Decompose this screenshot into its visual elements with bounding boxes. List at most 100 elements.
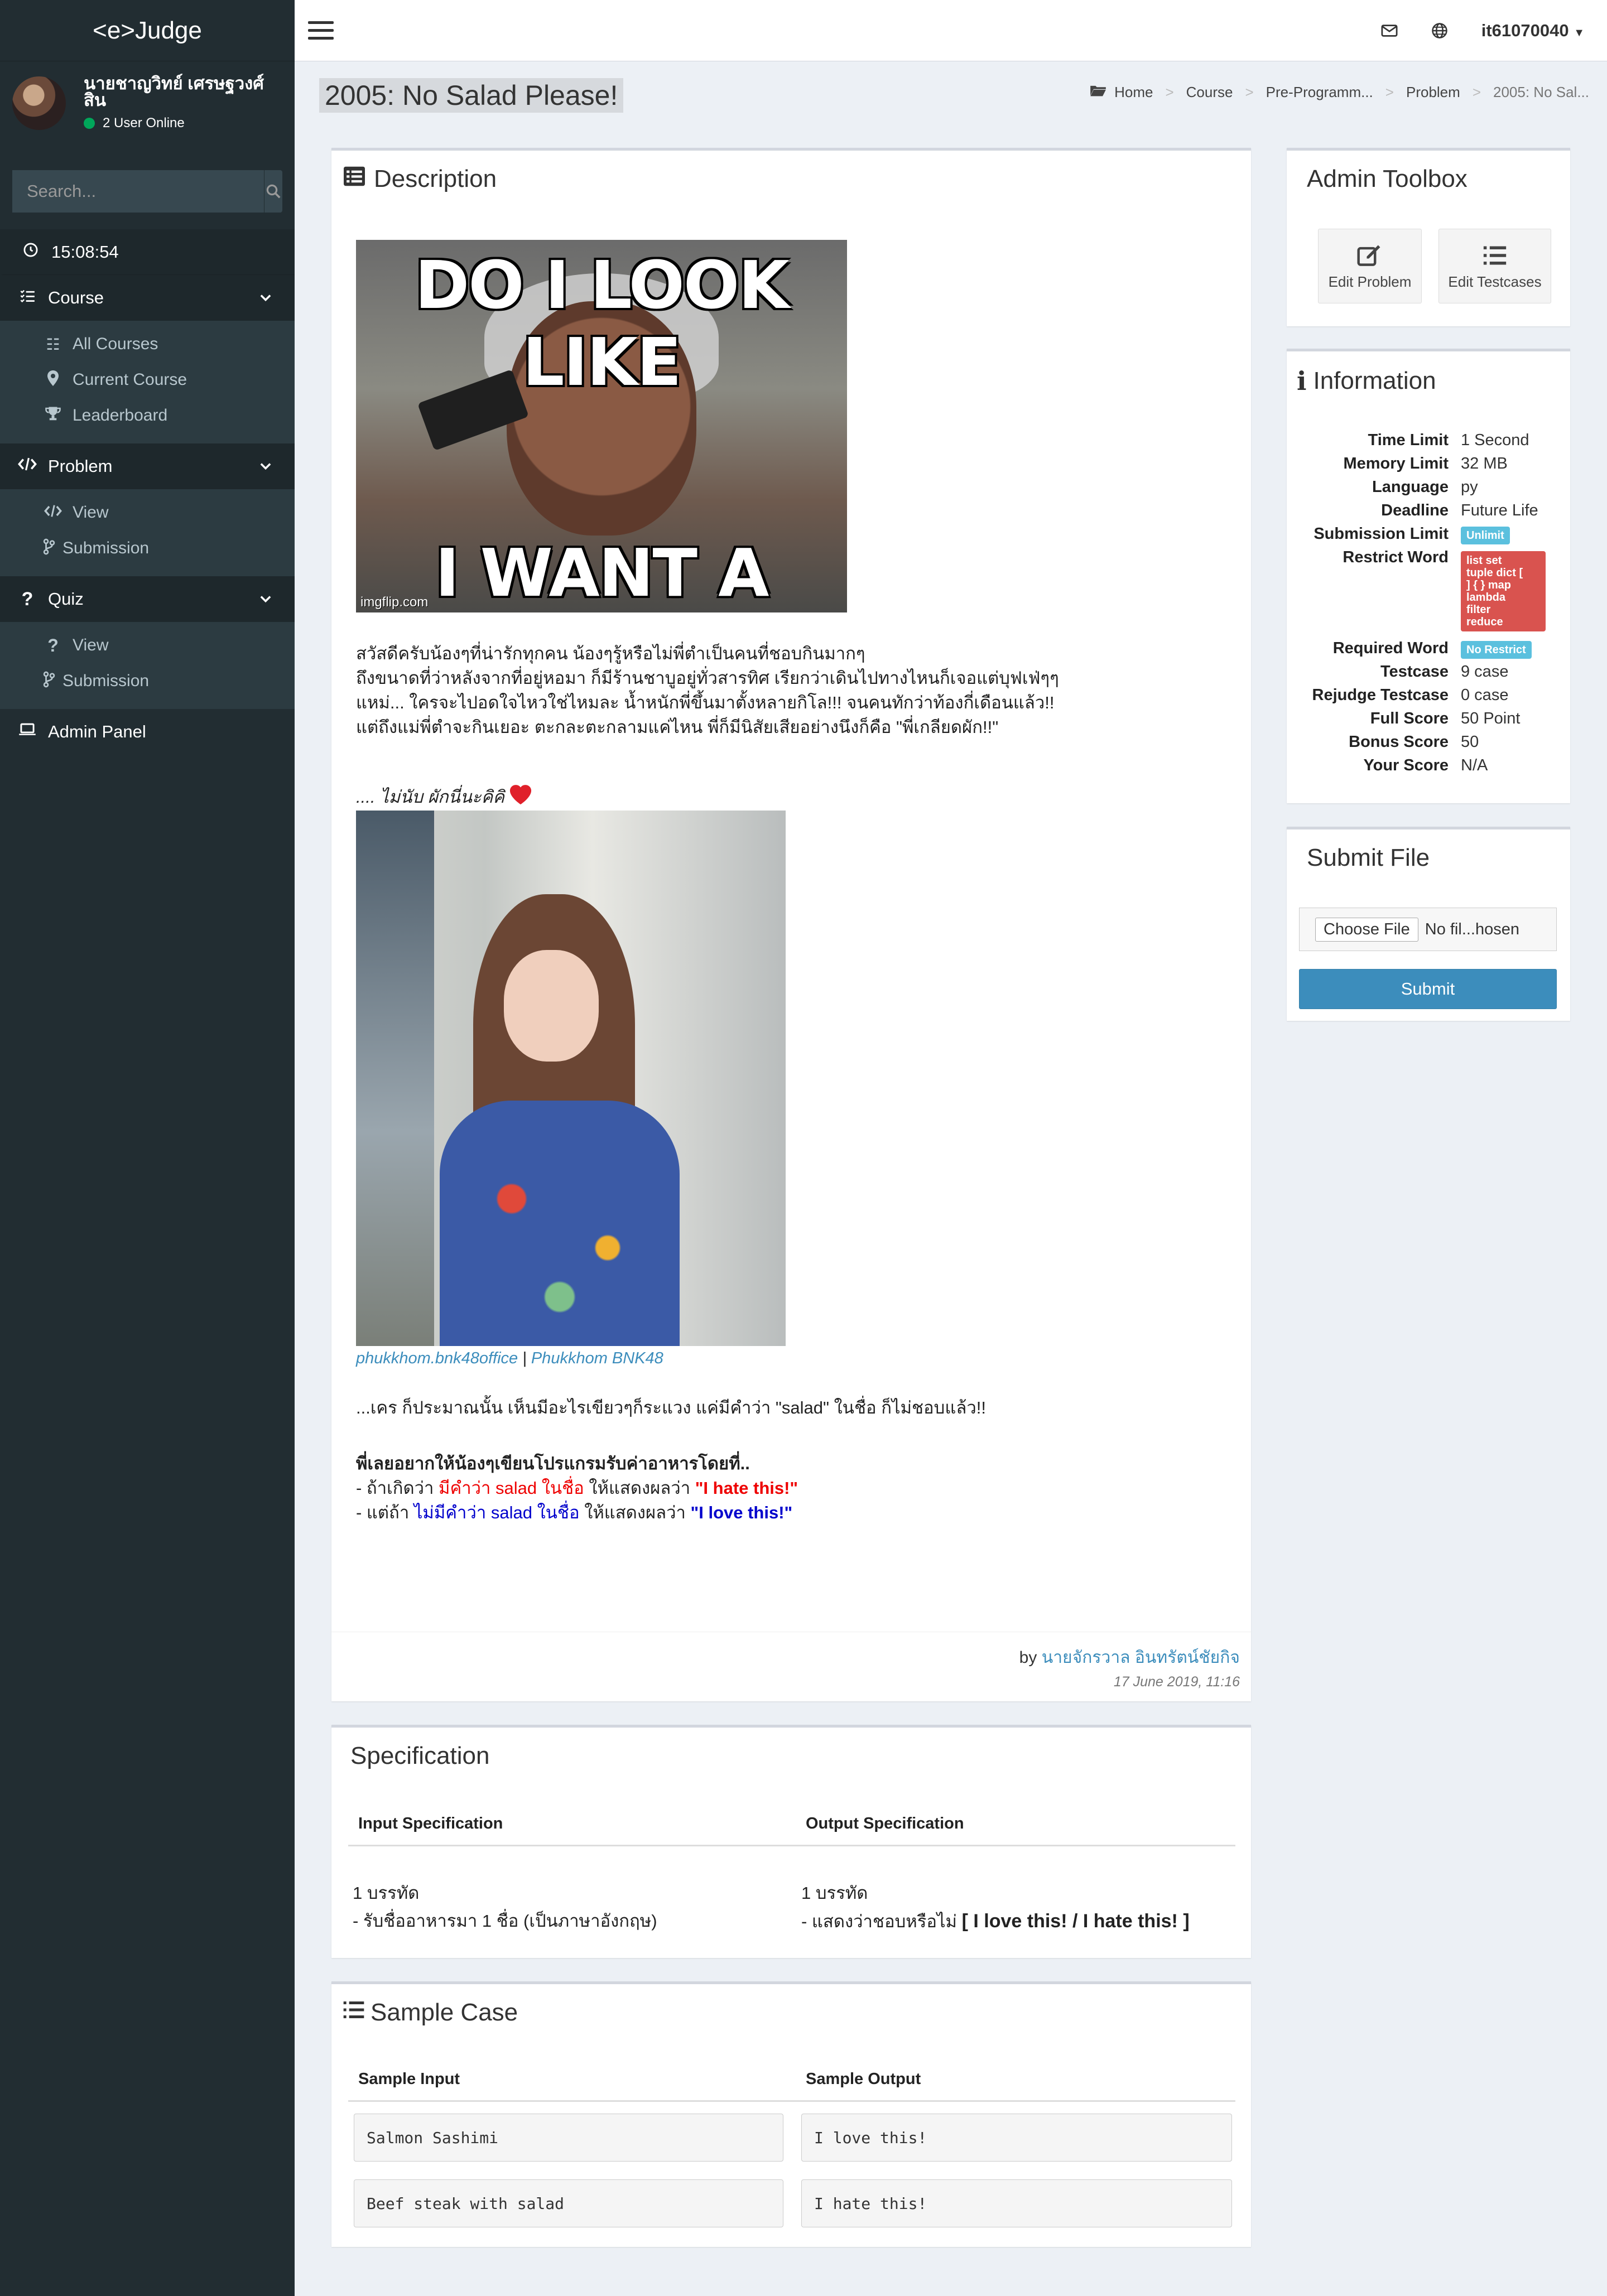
clock: 15:08:54 (0, 229, 295, 275)
post-date: 17 June 2019, 11:16 (1113, 1674, 1240, 1690)
choose-file-button[interactable]: Choose File (1315, 917, 1418, 942)
bonus-score-key: Bonus Score (1349, 733, 1449, 751)
sample-input-1: Salmon Sashimi (354, 2114, 783, 2162)
rule-text: ให้แสดงผลว่า (584, 1478, 695, 1498)
sidebar-quiz[interactable]: ? Quiz (0, 576, 295, 622)
sample-output-1: I love this! (801, 2114, 1232, 2162)
bonus-score-value: 50 (1461, 733, 1479, 751)
sidebar-item-all-courses[interactable]: ☷ All Courses (0, 326, 295, 362)
restrict-word-badge: list set tuple dict [ ] { } map lambda f… (1461, 551, 1546, 631)
sidebar-item-current-course[interactable]: Current Course (0, 362, 295, 398)
sidebar-admin-panel[interactable]: Admin Panel (0, 709, 295, 755)
sidebar-course[interactable]: Course (0, 275, 295, 321)
admin-toolbox-title: Admin Toolbox (1307, 165, 1468, 192)
required-word-badge: No Restrict (1461, 641, 1532, 659)
submit-button[interactable]: Submit (1299, 969, 1557, 1009)
online-count: 2 User Online (103, 115, 185, 131)
sidebar-problem-submenu: View Submission (0, 489, 295, 576)
sidebar-item-label: Submission (62, 672, 150, 690)
brand-text: <e>Judge (93, 16, 202, 44)
file-input[interactable]: Choose File No fil...hosen (1299, 908, 1557, 951)
sidebar-item-problem-view[interactable]: View (0, 495, 295, 530)
your-score-value: N/A (1461, 756, 1488, 774)
avatar (12, 76, 66, 130)
online-status: 2 User Online (84, 115, 285, 131)
code-branch-icon (41, 671, 57, 692)
photo-credit: phukkhom.bnk48office | Phukkhom BNK48 (356, 1346, 663, 1371)
specification-title: Specification (350, 1742, 490, 1769)
sidebar-item-label: All Courses (73, 335, 158, 353)
output-spec-line: 1 บรรทัด (801, 1883, 868, 1903)
meme-image: DO I LOOK LIKE I WANT A SALAD? imgflip.c… (356, 240, 847, 612)
restrict-word: tuple dict [ (1466, 567, 1523, 579)
sample-case-title: Sample Case (343, 1999, 518, 2027)
sidebar-item-leaderboard[interactable]: Leaderboard (0, 398, 295, 433)
restrict-word: filter (1466, 604, 1491, 616)
restrict-word: ] { } map (1466, 579, 1512, 591)
sidebar-item-quiz-submission[interactable]: Submission (0, 663, 295, 699)
rule-text: - แต่ถ้า (356, 1503, 414, 1522)
user-menu[interactable]: it61070040 ▼ (1481, 21, 1585, 41)
edit-testcases-button[interactable]: Edit Testcases (1438, 229, 1551, 303)
globe-icon[interactable] (1431, 22, 1448, 39)
brand-logo[interactable]: <e>Judge (0, 0, 295, 61)
sidebar-problem-label: Problem (48, 456, 113, 476)
your-score-key: Your Score (1363, 756, 1449, 774)
specification-box: Specification Input Specification Output… (331, 1725, 1251, 1958)
restrict-word: lambda (1466, 591, 1506, 604)
sidebar-quiz-label: Quiz (48, 589, 84, 609)
clock-icon (21, 242, 40, 262)
breadcrumb-course-name[interactable]: Pre-Programm... (1266, 84, 1373, 101)
edit-icon (1319, 244, 1421, 270)
required-word-key: Required Word (1332, 639, 1449, 657)
menu-toggle-icon[interactable] (308, 21, 334, 40)
chevron-down-icon (260, 295, 271, 302)
trophy-icon (44, 406, 62, 426)
edit-problem-button[interactable]: Edit Problem (1318, 229, 1422, 303)
information-table: Time Limit 1 Second Memory Limit 32 MB Lan… (1287, 428, 1546, 777)
user-name: นายชาญวิทย์ เศรษฐวงศ์สิน (84, 74, 264, 110)
code-branch-icon (41, 538, 57, 559)
sidebar-item-label: Leaderboard (73, 406, 168, 425)
search-icon (266, 184, 281, 199)
sidebar-item-quiz-view[interactable]: ? View (0, 628, 295, 663)
envelope-icon[interactable] (1381, 24, 1398, 37)
credit-separator: | (518, 1349, 531, 1367)
sample-output-header: Sample Output (806, 2070, 921, 2088)
information-box: i Information Time Limit 1 Second Memory … (1287, 349, 1570, 803)
list-alt-icon (343, 165, 366, 193)
sidebar-item-problem-submission[interactable]: Submission (0, 530, 295, 566)
credit-link-facebook[interactable]: Phukkhom BNK48 (531, 1349, 663, 1367)
breadcrumb: Home > Course > Pre-Programm... > Problem > … (1090, 84, 1589, 101)
search-button[interactable] (264, 170, 282, 213)
author-link[interactable]: นายจักรวาล อินทรัตน์ชัยกิจ (1042, 1648, 1240, 1667)
credit-link-instagram[interactable]: phukkhom.bnk48office (356, 1349, 518, 1367)
edit-problem-label: Edit Problem (1328, 273, 1412, 290)
input-spec-line: 1 บรรทัด (353, 1883, 420, 1903)
chevron-down-icon (260, 596, 271, 603)
testcase-value: 9 case (1461, 663, 1509, 681)
memory-limit-value: 32 MB (1461, 455, 1508, 472)
sidebar-problem[interactable]: Problem (0, 443, 295, 489)
file-status: No fil...hosen (1425, 920, 1520, 938)
rule-condition: มีคำว่า salad ในชื่อ (439, 1478, 584, 1498)
rule-text: - ถ้าเกิดว่า (356, 1478, 439, 1498)
output-spec-header: Output Specification (806, 1815, 964, 1832)
restrict-word-key: Restrict Word (1343, 548, 1449, 566)
information-title: i Information (1297, 366, 1436, 396)
sidebar: <e>Judge นายชาญวิทย์ เศรษฐวงศ์สิน 2 User… (0, 0, 295, 2296)
question-icon: ? (21, 588, 33, 610)
code-icon (18, 456, 37, 476)
search-input[interactable] (12, 170, 264, 213)
submission-limit-badge: Unlimit (1461, 527, 1510, 544)
breadcrumb-home[interactable]: Home (1114, 84, 1153, 101)
admin-toolbox: Admin Toolbox Edit Problem Edit Testcase… (1287, 148, 1570, 326)
submit-file-title: Submit File (1307, 844, 1430, 871)
intro-line: สวัสดีครับน้องๆที่น่ารักทุกคน น้องๆรู้หร… (356, 644, 865, 663)
author-line: by นายจักรวาล อินทรัตน์ชัยกิจ 17 June 20… (1019, 1644, 1240, 1690)
breadcrumb-problem[interactable]: Problem (1406, 84, 1460, 101)
breadcrumb-course[interactable]: Course (1186, 84, 1233, 101)
output-spec: 1 บรรทัด - แสดงว่าชอบหรือไม่ [ I love th… (801, 1879, 1190, 1936)
time-limit-value: 1 Second (1461, 431, 1529, 449)
intro-paragraph: สวัสดีครับน้องๆที่น่ารักทุกคน น้องๆรู้หร… (356, 641, 1059, 740)
